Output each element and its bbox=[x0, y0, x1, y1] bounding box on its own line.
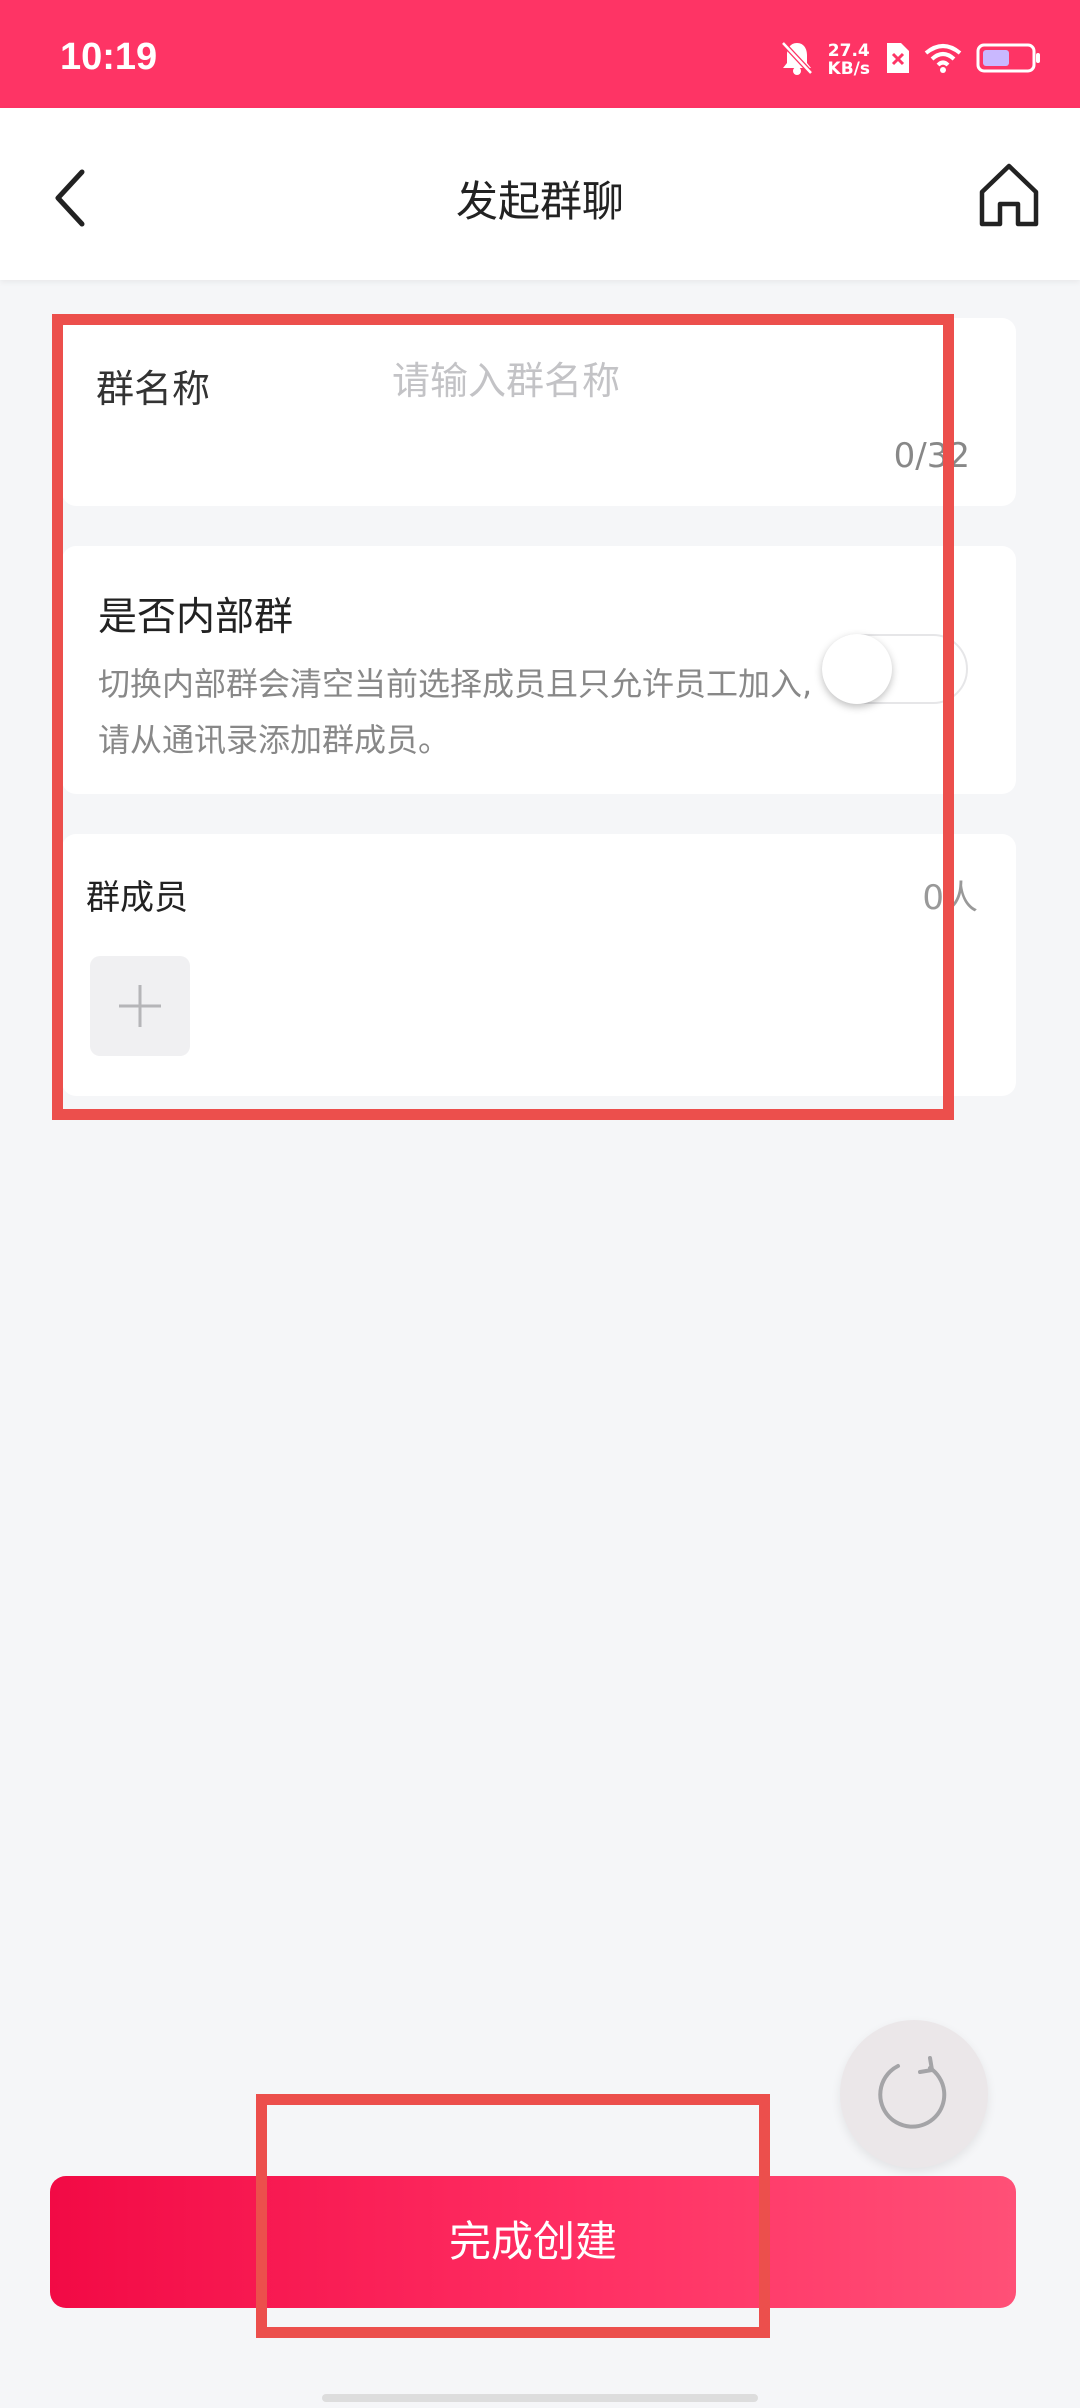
mute-bell-icon bbox=[780, 40, 814, 80]
title-bar: 发起群聊 bbox=[0, 108, 1080, 280]
group-members-count: 0人 bbox=[922, 878, 978, 918]
group-name-label: 群名称 bbox=[96, 367, 211, 411]
home-indicator bbox=[322, 2394, 758, 2402]
network-speed: 27.4 KB/s bbox=[827, 41, 870, 79]
plus-icon bbox=[119, 985, 161, 1027]
no-sim-icon bbox=[884, 42, 910, 78]
status-bar: 10:19 27.4 KB/s bbox=[0, 0, 1080, 108]
create-group-button[interactable]: 完成创建 bbox=[50, 2176, 1016, 2308]
refresh-icon bbox=[878, 2056, 947, 2129]
status-time: 10:19 bbox=[60, 36, 158, 78]
home-button[interactable] bbox=[976, 160, 1042, 230]
group-name-input[interactable] bbox=[392, 346, 952, 416]
wifi-icon bbox=[924, 43, 962, 77]
page-title: 发起群聊 bbox=[455, 177, 624, 226]
group-members-label: 群成员 bbox=[86, 878, 188, 918]
internal-group-description: 切换内部群会清空当前选择成员且只允许员工加入,请从通讯录添加群成员。 bbox=[98, 665, 813, 759]
group-name-card: 群名称 0/32 bbox=[62, 318, 1016, 506]
group-members-card: 群成员 0人 bbox=[62, 834, 1016, 1096]
battery-icon bbox=[976, 42, 1042, 78]
internal-group-toggle[interactable] bbox=[822, 634, 968, 704]
internal-group-card: 是否内部群 切换内部群会清空当前选择成员且只允许员工加入,请从通讯录添加群成员。 bbox=[62, 546, 1016, 794]
home-icon bbox=[979, 163, 1039, 227]
refresh-button[interactable] bbox=[840, 2020, 988, 2168]
internal-group-title: 是否内部群 bbox=[98, 595, 294, 640]
group-name-counter: 0/32 bbox=[893, 436, 970, 476]
toggle-knob bbox=[822, 634, 892, 704]
add-member-button[interactable] bbox=[90, 956, 190, 1056]
status-icons: 27.4 KB/s bbox=[780, 40, 1042, 80]
